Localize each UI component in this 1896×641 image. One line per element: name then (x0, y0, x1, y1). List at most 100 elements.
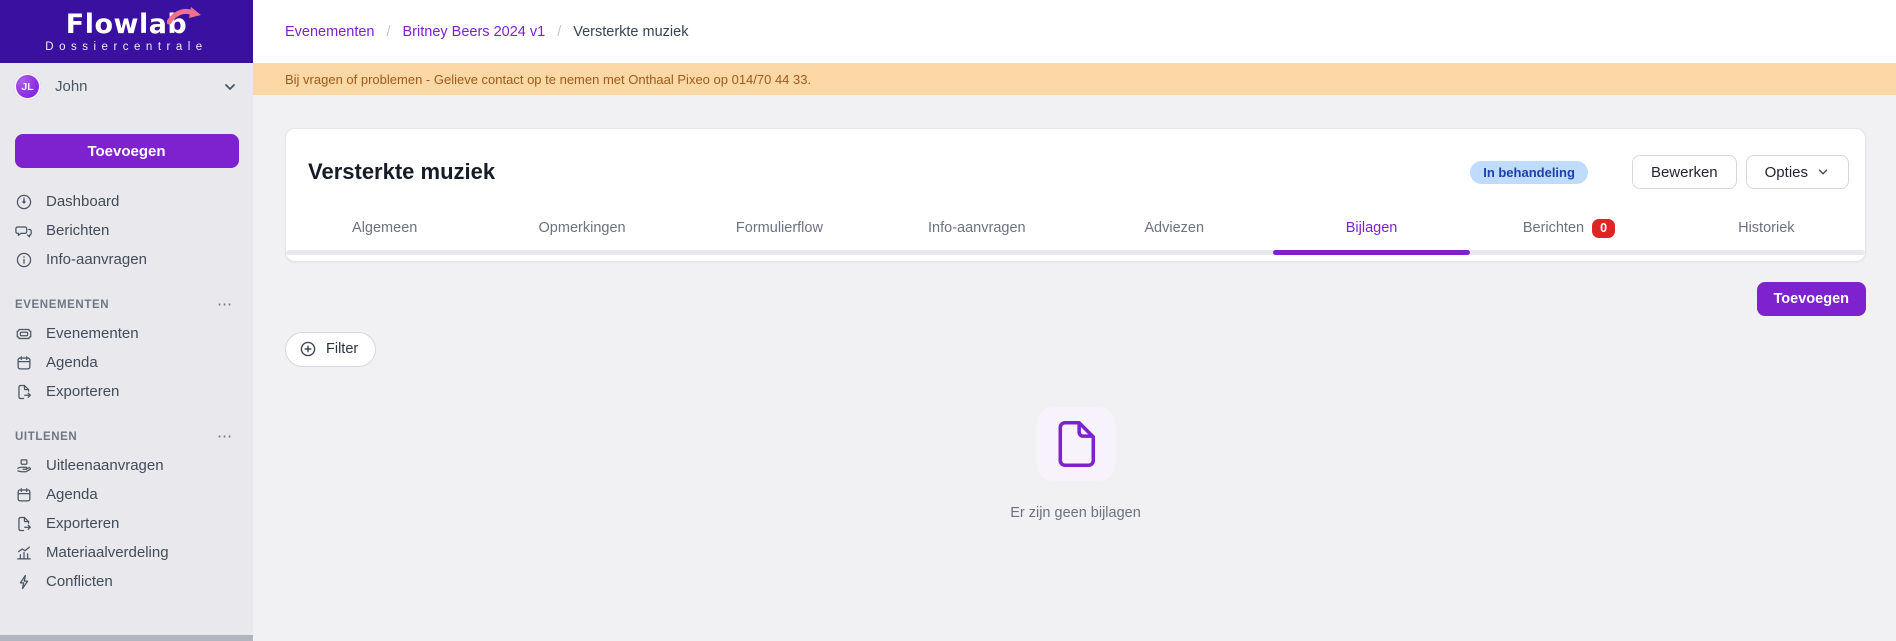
sidebar-item-berichten[interactable]: Berichten (0, 216, 253, 245)
sidebar-bottom-strip (0, 635, 253, 641)
sidebar-item-conflicten[interactable]: Conflicten (0, 567, 253, 596)
chat-bubbles-icon (15, 222, 33, 240)
sidebar-item-label: Evenementen (46, 325, 139, 342)
add-attachment-button[interactable]: Toevoegen (1757, 282, 1866, 316)
attachments-toolbar: Toevoegen (285, 282, 1866, 316)
breadcrumb-separator: / (386, 24, 390, 40)
section-title: UITLENEN (15, 431, 77, 443)
breadcrumb-current: Versterkte muziek (573, 24, 688, 40)
tab-berichten[interactable]: Berichten 0 (1470, 213, 1667, 248)
section-ellipsis-button[interactable]: ⋯ (217, 301, 233, 309)
tab-label: Bijlagen (1346, 220, 1398, 236)
tab-label: Adviezen (1144, 220, 1204, 236)
status-badge: In behandeling (1470, 161, 1588, 184)
empty-state: Er zijn geen bijlagen (285, 407, 1866, 521)
tab-label: Info-aanvragen (928, 220, 1026, 236)
info-circle-icon (15, 251, 33, 269)
brand-tagline: Dossiercentrale (45, 41, 207, 53)
tab-bijlagen[interactable]: Bijlagen (1273, 213, 1470, 248)
sidebar-nav: Dashboard Berichten Info-aanvragen EVENE… (0, 187, 253, 596)
options-button-label: Opties (1765, 164, 1808, 181)
card-header: Versterkte muziek In behandeling Bewerke… (286, 129, 1865, 189)
tab-label: Formulierflow (736, 220, 823, 236)
gauge-icon (15, 193, 33, 211)
tab-label: Historiek (1738, 220, 1794, 236)
filter-row: Filter (285, 332, 1866, 367)
sidebar-item-agenda-evenementen[interactable]: Agenda (0, 348, 253, 377)
section-ellipsis-button[interactable]: ⋯ (217, 433, 233, 441)
tabs-row: Algemeen Opmerkingen Formulierflow Info-… (286, 213, 1865, 248)
notice-banner-text: Bij vragen of problemen - Gelieve contac… (285, 72, 811, 87)
options-button[interactable]: Opties (1746, 155, 1849, 189)
breadcrumb-separator: / (557, 24, 561, 40)
edit-button-label: Bewerken (1651, 164, 1718, 181)
chevron-down-icon (1816, 165, 1830, 179)
tab-label: Opmerkingen (539, 220, 626, 236)
dossier-card: Versterkte muziek In behandeling Bewerke… (285, 128, 1866, 262)
sidebar-item-agenda-uitlenen[interactable]: Agenda (0, 480, 253, 509)
sidebar-item-label: Conflicten (46, 573, 113, 590)
content: Versterkte muziek In behandeling Bewerke… (253, 95, 1896, 641)
sidebar-item-label: Uitleenaanvragen (46, 457, 164, 474)
sidebar-item-exporteren-uitlenen[interactable]: Exporteren (0, 509, 253, 538)
sidebar-item-label: Exporteren (46, 383, 119, 400)
tab-historiek[interactable]: Historiek (1668, 213, 1865, 248)
section-title: EVENEMENTEN (15, 299, 109, 311)
sidebar-item-evenementen[interactable]: Evenementen (0, 319, 253, 348)
sidebar-item-uitleenaanvragen[interactable]: Uitleenaanvragen (0, 451, 253, 480)
tab-info-aanvragen[interactable]: Info-aanvragen (878, 213, 1075, 248)
breadcrumb-dossier[interactable]: Britney Beers 2024 v1 (403, 24, 546, 40)
plus-circle-icon (299, 340, 317, 358)
sidebar-item-dashboard[interactable]: Dashboard (0, 187, 253, 216)
sidebar-item-label: Berichten (46, 222, 109, 239)
avatar: JL (14, 73, 41, 100)
tab-formulierflow[interactable]: Formulierflow (681, 213, 878, 248)
ticket-icon (15, 325, 33, 343)
sidebar-item-info-aanvragen[interactable]: Info-aanvragen (0, 245, 253, 274)
empty-state-text: Er zijn geen bijlagen (1010, 505, 1141, 521)
unread-count-badge: 0 (1592, 219, 1615, 238)
tab-opmerkingen[interactable]: Opmerkingen (483, 213, 680, 248)
sidebar-item-exporteren-evenementen[interactable]: Exporteren (0, 377, 253, 406)
logo: Flowlab (66, 11, 188, 38)
tab-bar: Algemeen Opmerkingen Formulierflow Info-… (286, 213, 1865, 255)
bar-chart-icon (15, 544, 33, 562)
sidebar-item-label: Dashboard (46, 193, 119, 210)
tab-adviezen[interactable]: Adviezen (1076, 213, 1273, 248)
user-menu[interactable]: JL John (0, 63, 253, 108)
edit-button[interactable]: Bewerken (1632, 155, 1737, 189)
hand-box-icon (15, 457, 33, 475)
main-area: Evenementen / Britney Beers 2024 v1 / Ve… (253, 0, 1896, 641)
file-export-icon (15, 383, 33, 401)
document-icon (1054, 418, 1098, 470)
sidebar-item-materiaalverdeling[interactable]: Materiaalverdeling (0, 538, 253, 567)
breadcrumb: Evenementen / Britney Beers 2024 v1 / Ve… (285, 24, 688, 40)
topbar: Evenementen / Britney Beers 2024 v1 / Ve… (253, 0, 1896, 63)
filter-button[interactable]: Filter (285, 332, 376, 367)
tab-label: Berichten (1523, 220, 1584, 236)
sidebar-item-label: Materiaalverdeling (46, 544, 169, 561)
active-tab-indicator (1273, 250, 1470, 255)
sidebar-add-button[interactable]: Toevoegen (15, 134, 239, 168)
sidebar-header: Flowlab Dossiercentrale (0, 0, 253, 63)
empty-icon-container (1037, 407, 1115, 481)
user-name: John (55, 78, 222, 95)
tab-label: Algemeen (352, 220, 417, 236)
calendar-icon (15, 354, 33, 372)
tab-algemeen[interactable]: Algemeen (286, 213, 483, 248)
sidebar-item-label: Agenda (46, 354, 98, 371)
tab-track (286, 250, 1865, 255)
notice-banner: Bij vragen of problemen - Gelieve contac… (253, 63, 1896, 95)
sidebar-item-label: Info-aanvragen (46, 251, 147, 268)
breadcrumb-evenementen[interactable]: Evenementen (285, 24, 374, 40)
sidebar-section-evenementen: EVENEMENTEN ⋯ (0, 299, 253, 311)
sidebar-item-label: Agenda (46, 486, 98, 503)
calendar-icon (15, 486, 33, 504)
logo-arrow-icon (167, 5, 203, 27)
sidebar-item-label: Exporteren (46, 515, 119, 532)
sidebar-section-uitlenen: UITLENEN ⋯ (0, 431, 253, 443)
page-title: Versterkte muziek (308, 159, 1470, 185)
file-export-icon (15, 515, 33, 533)
chevron-down-icon (222, 79, 238, 95)
sidebar: Flowlab Dossiercentrale JL John Toevoege… (0, 0, 253, 641)
